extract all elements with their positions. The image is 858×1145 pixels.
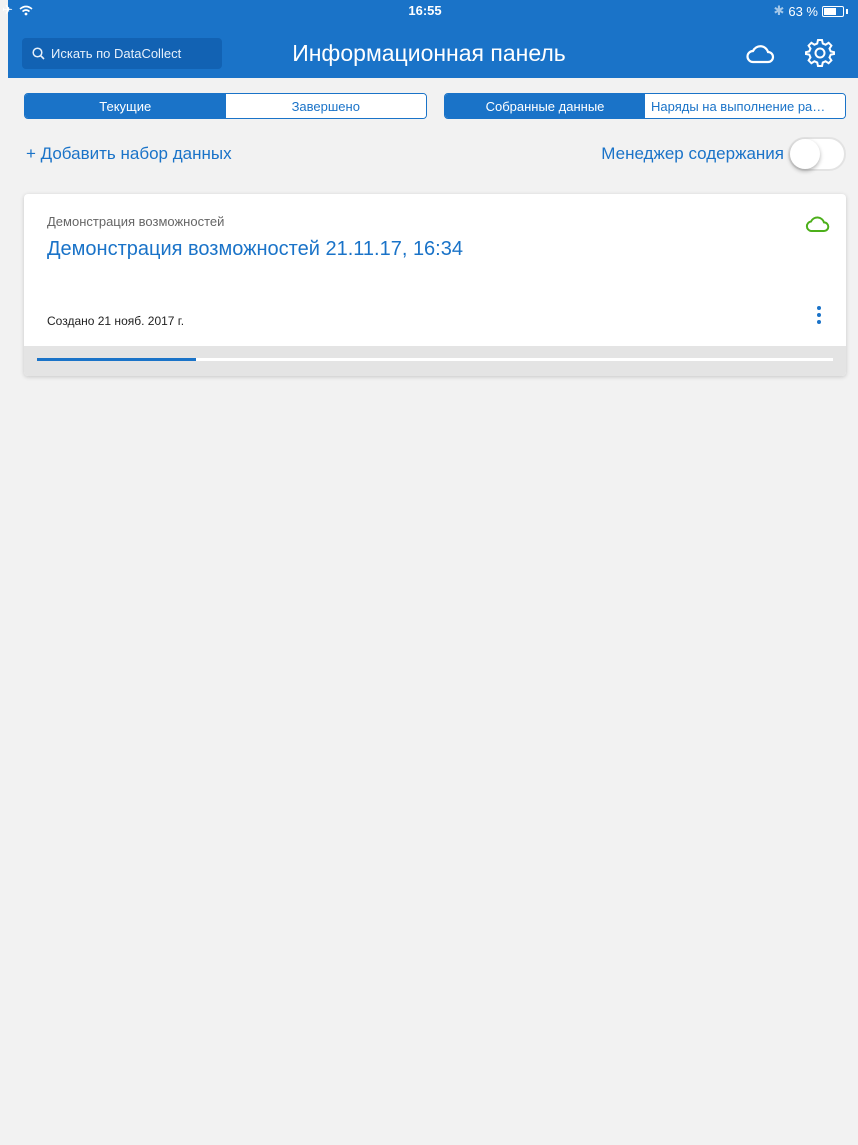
card-footer <box>24 346 846 376</box>
sync-status <box>804 212 830 234</box>
sync-button[interactable] <box>745 40 775 66</box>
toggle-knob <box>790 139 820 169</box>
status-time: 16:55 <box>408 3 442 18</box>
gear-icon <box>805 39 835 67</box>
add-dataset-link[interactable]: + Добавить набор данных <box>26 144 232 164</box>
card-created-date: Создано 21 нояб. 2017 г. <box>47 314 185 328</box>
progress-bar <box>37 358 833 361</box>
battery-icon <box>822 5 844 17</box>
dataset-card[interactable]: Демонстрация возможностей Демонстрация в… <box>24 194 846 376</box>
card-more-button[interactable] <box>812 304 826 326</box>
tab-collected-data[interactable]: Собранные данные <box>445 94 645 118</box>
card-subtitle: Демонстрация возможностей <box>47 214 225 229</box>
settings-button[interactable] <box>805 37 835 67</box>
page-title: Информационная панель <box>292 40 566 66</box>
type-segmented-control: Собранные данные Наряды на выполнение ра… <box>444 93 846 119</box>
cloud-icon <box>805 216 830 232</box>
card-title[interactable]: Демонстрация возможностей 21.11.17, 16:3… <box>47 238 463 261</box>
content-manager-label: Менеджер содержания <box>601 144 784 163</box>
tab-current[interactable]: Текущие <box>25 94 226 118</box>
more-vertical-icon <box>817 306 821 324</box>
status-right: ✱ 63 % <box>773 3 848 19</box>
status-bar: ✈ 16:55 ✱ 63 % <box>0 0 850 20</box>
bluetooth-icon: ✱ <box>773 3 785 18</box>
content-manager-toggle[interactable] <box>788 137 846 171</box>
progress-fill <box>37 358 197 361</box>
tab-completed[interactable]: Завершено <box>225 94 426 118</box>
cloud-icon <box>746 45 775 64</box>
battery-percent: 63 % <box>788 3 818 19</box>
tab-work-orders[interactable]: Наряды на выполнение ра… <box>645 94 845 118</box>
status-segmented-control: Текущие Завершено <box>24 93 427 119</box>
